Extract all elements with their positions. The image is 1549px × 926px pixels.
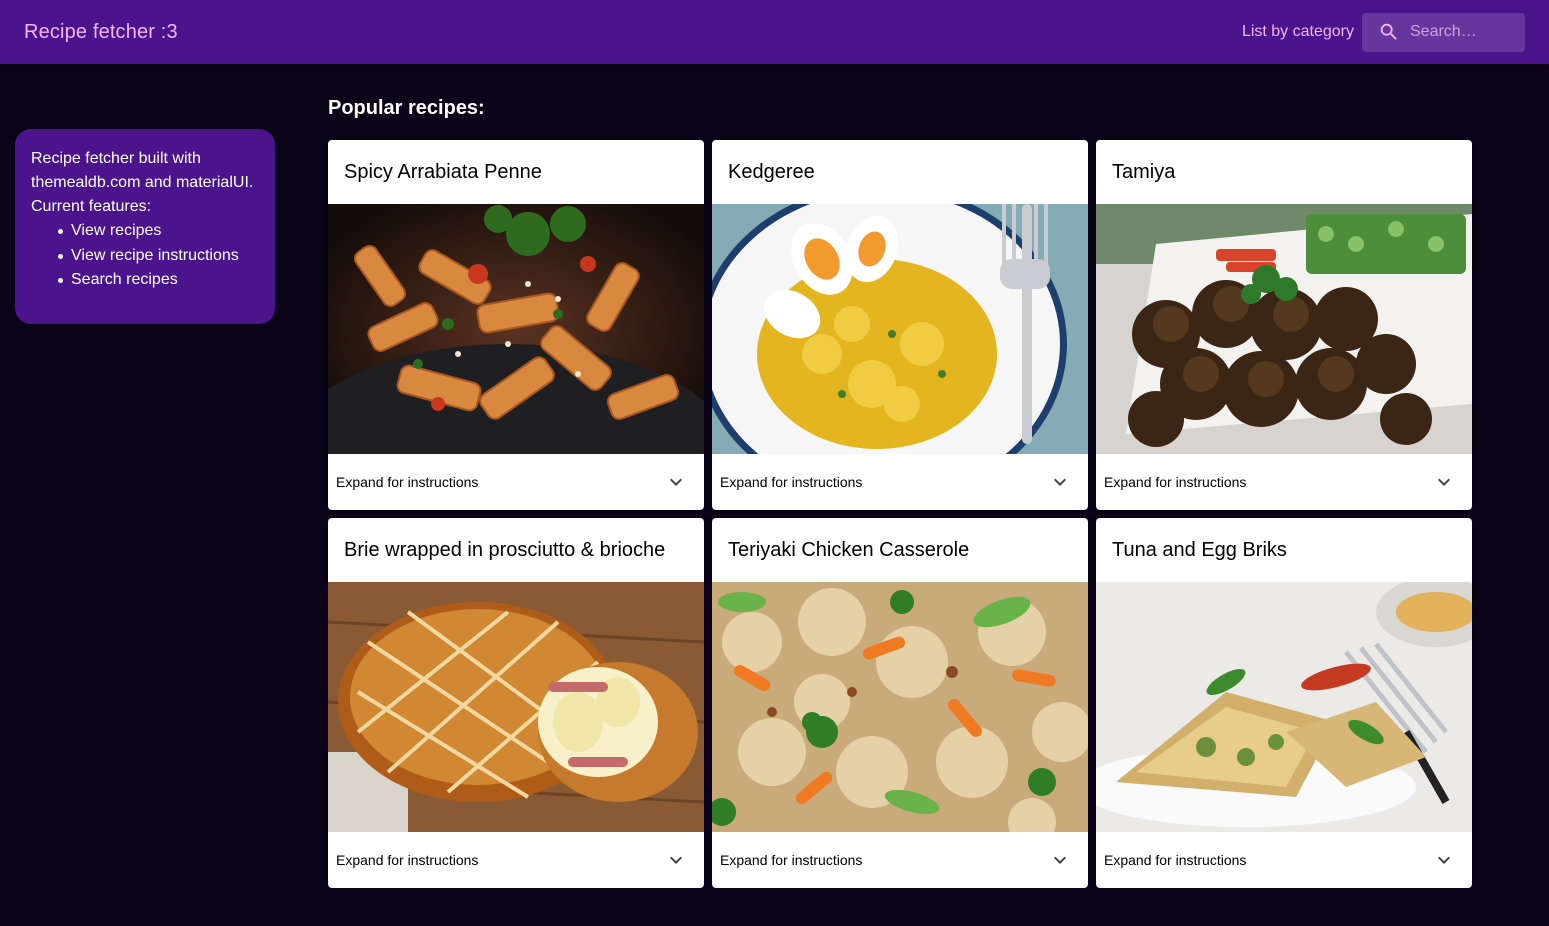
search-input[interactable] (1410, 23, 1520, 41)
recipe-title: Kedgeree (728, 160, 815, 183)
expand-label: Expand for instructions (720, 852, 863, 868)
recipe-card: Teriyaki Chicken Casserole Expand for in… (712, 518, 1088, 888)
recipe-card: Spicy Arrabiata Penne Expand for instruc… (328, 140, 704, 510)
info-panel: Recipe fetcher built with themealdb.com … (15, 129, 275, 324)
chevron-down-icon[interactable] (1048, 470, 1072, 494)
brik-image (1096, 582, 1472, 832)
recipe-card: Brie wrapped in prosciutto & brioche Exp… (328, 518, 704, 888)
recipe-title: Brie wrapped in prosciutto & brioche (344, 538, 666, 561)
info-intro-line: Recipe fetcher built with (31, 150, 201, 167)
search-box[interactable] (1362, 12, 1525, 52)
chevron-down-icon[interactable] (1432, 848, 1456, 872)
chevron-down-icon[interactable] (1048, 848, 1072, 872)
falafel-image (1096, 204, 1472, 454)
app-title[interactable]: Recipe fetcher :3 (24, 21, 178, 44)
recipe-card: Tuna and Egg Briks Expand for instructio… (1096, 518, 1472, 888)
chevron-down-icon[interactable] (664, 470, 688, 494)
rice-egg-image (712, 204, 1088, 454)
expand-instructions[interactable]: Expand for instructions (1096, 832, 1472, 888)
search-icon (1380, 23, 1397, 40)
recipe-card: Tamiya Expand for instructions (1096, 140, 1472, 510)
recipe-card: Kedgeree Expand for instructions (712, 140, 1088, 510)
expand-label: Expand for instructions (1104, 474, 1247, 490)
recipe-title: Tuna and Egg Briks (1112, 538, 1287, 561)
section-title: Popular recipes: (328, 97, 485, 119)
expand-label: Expand for instructions (1104, 852, 1247, 868)
recipe-grid: Spicy Arrabiata Penne Expand for instruc… (328, 140, 1472, 888)
feature-item: View recipes (55, 219, 259, 244)
recipe-title: Tamiya (1112, 160, 1176, 183)
brioche-image (328, 582, 704, 832)
pasta-image (328, 204, 704, 454)
expand-instructions[interactable]: Expand for instructions (1096, 454, 1472, 510)
list-by-category-link[interactable]: List by category (1242, 23, 1354, 41)
expand-label: Expand for instructions (336, 852, 479, 868)
features-list: View recipes View recipe instructions Se… (31, 219, 259, 293)
recipe-title: Teriyaki Chicken Casserole (728, 538, 970, 561)
info-intro-line: themealdb.com and materialUI. (31, 174, 254, 191)
expand-instructions[interactable]: Expand for instructions (328, 454, 704, 510)
expand-instructions[interactable]: Expand for instructions (328, 832, 704, 888)
feature-item: Search recipes (55, 268, 259, 293)
chevron-down-icon[interactable] (1432, 470, 1456, 494)
feature-item: View recipe instructions (55, 244, 259, 269)
chevron-down-icon[interactable] (664, 848, 688, 872)
recipe-title: Spicy Arrabiata Penne (344, 160, 542, 183)
info-features-heading: Current features: (31, 198, 152, 215)
expand-label: Expand for instructions (336, 474, 479, 490)
expand-instructions[interactable]: Expand for instructions (712, 832, 1088, 888)
expand-label: Expand for instructions (720, 474, 863, 490)
expand-instructions[interactable]: Expand for instructions (712, 454, 1088, 510)
app-bar: Recipe fetcher :3 List by category (0, 0, 1549, 64)
fried-rice-image (712, 582, 1088, 832)
